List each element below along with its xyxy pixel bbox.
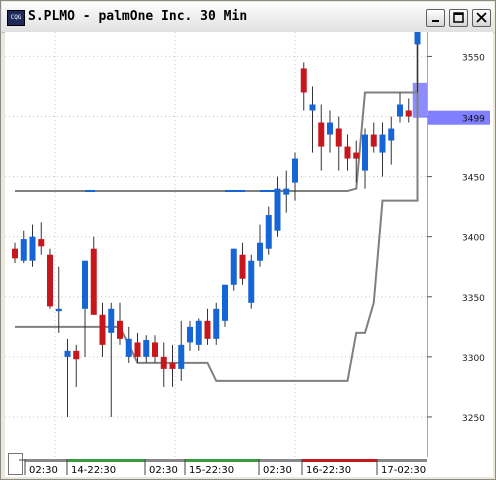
candle-body <box>239 254 246 279</box>
time-label: 14-22:30 <box>71 465 116 476</box>
minimize-icon <box>432 20 439 22</box>
candle-body <box>64 350 71 357</box>
candle-body <box>222 284 228 321</box>
time-label: 02:30 <box>29 465 58 476</box>
candle-body <box>265 215 272 249</box>
chart-app-icon[interactable]: CQG <box>7 10 25 26</box>
time-segment <box>67 459 145 462</box>
candle-body <box>362 134 368 171</box>
candle-body <box>379 134 386 153</box>
candle-body <box>47 254 53 307</box>
candle-body <box>292 158 298 183</box>
candle-body <box>405 110 412 117</box>
price-chart[interactable] <box>5 32 427 457</box>
candle-body <box>397 104 403 117</box>
time-label: 17-02:30 <box>381 465 426 476</box>
time-axis[interactable]: 02:30 14-22:30 02:30 15-22:30 02:30 16-22:30 1… <box>5 459 445 477</box>
price-axis[interactable]: 325033003350340034503500355036003499 <box>427 32 493 457</box>
axis-tick-label: 3350 <box>462 294 485 304</box>
candle-body <box>38 239 45 247</box>
candle-body <box>82 260 88 309</box>
candle-body <box>12 248 18 259</box>
time-label: 16-22:30 <box>306 465 351 476</box>
candle-body <box>117 320 123 339</box>
candle-body <box>248 260 255 303</box>
axis-tick-label: 3450 <box>462 174 485 184</box>
prev-price-label: 3499 <box>462 115 485 125</box>
candle-body <box>388 128 395 141</box>
candle-body <box>213 308 220 339</box>
time-segment <box>25 459 67 462</box>
overlay-upper-line <box>15 32 419 193</box>
candle-body <box>318 122 325 147</box>
candle-body <box>55 308 62 312</box>
candle-body <box>414 32 421 45</box>
candle-body <box>195 320 202 345</box>
candle-body <box>344 146 351 159</box>
axis-tick-label: 3400 <box>462 234 485 244</box>
candle-body <box>20 239 27 261</box>
candle-body <box>300 68 307 93</box>
chart-area[interactable]: 325033003350340034503500355036003499 02:… <box>5 32 493 477</box>
title-bar[interactable]: CQG S.PLMO - palmOne Inc. 30 Min <box>2 2 494 33</box>
candle-body <box>29 236 36 261</box>
time-segment <box>377 459 427 462</box>
time-segment <box>259 459 302 462</box>
chart-window: CQG S.PLMO - palmOne Inc. 30 Min 3250 330… <box>0 0 496 480</box>
candle-body <box>353 152 360 159</box>
candle-body <box>257 242 263 261</box>
candle-body <box>230 248 237 285</box>
candle-body <box>90 248 97 315</box>
axis-tick-label: 3300 <box>462 354 485 364</box>
candle-body <box>283 188 290 195</box>
candle-body <box>187 326 193 343</box>
candle-body <box>125 338 132 357</box>
time-segment <box>145 459 185 462</box>
maximize-icon <box>453 12 464 23</box>
candle-body <box>99 314 106 345</box>
maximize-button[interactable] <box>449 9 468 27</box>
candle-body <box>152 342 158 357</box>
candle-body <box>108 308 115 333</box>
close-icon <box>476 12 487 23</box>
minimize-button[interactable] <box>426 9 445 27</box>
candle-body <box>274 188 281 231</box>
time-segment <box>302 459 377 462</box>
time-label: 02:30 <box>149 465 178 476</box>
candle-body <box>178 344 185 369</box>
axis-tick-label: 3550 <box>462 53 485 63</box>
candle-body <box>160 356 167 369</box>
close-button[interactable] <box>472 9 491 27</box>
candle-body <box>327 122 333 135</box>
candle-body <box>370 134 377 147</box>
candle-body <box>134 342 141 357</box>
candle-body <box>143 340 150 357</box>
window-title: S.PLMO - palmOne Inc. 30 Min <box>28 9 248 24</box>
time-label: 15-22:30 <box>189 465 234 476</box>
axis-tick-label: 3250 <box>462 414 485 424</box>
time-label: 02:30 <box>263 465 292 476</box>
candle-body <box>169 362 176 369</box>
candle-body <box>204 320 211 339</box>
time-segment <box>185 459 259 462</box>
highlight-zone <box>412 82 427 118</box>
candle-body <box>309 104 316 111</box>
candle-body <box>335 128 342 147</box>
candle-body <box>73 350 80 360</box>
